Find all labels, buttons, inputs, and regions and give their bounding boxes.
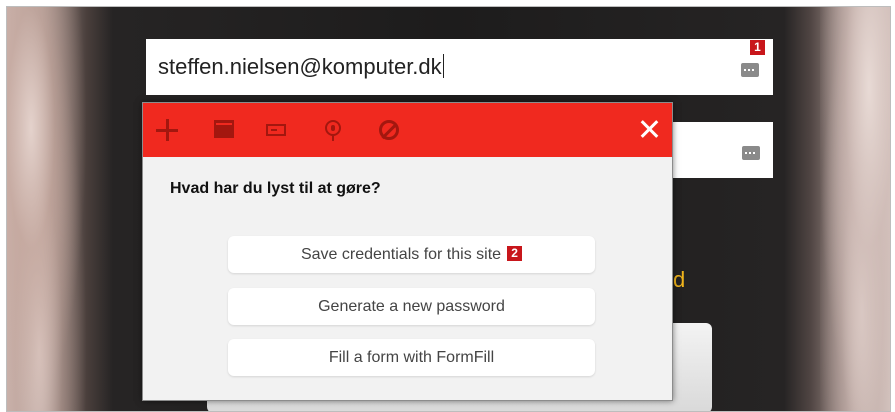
formfill-button[interactable]: Fill a form with FormFill — [228, 339, 595, 376]
browser-viewport: steffen.nielsen@komputer.dk 1 d Hvad har… — [6, 6, 891, 412]
text-caret — [442, 54, 444, 78]
password-manager-icon[interactable] — [741, 63, 759, 77]
email-field[interactable]: steffen.nielsen@komputer.dk — [146, 39, 773, 95]
password-field[interactable] — [667, 122, 773, 178]
block-icon[interactable] — [377, 118, 401, 142]
site-icon[interactable] — [213, 118, 237, 142]
plus-icon[interactable] — [155, 118, 179, 142]
step-badge-2: 2 — [507, 246, 523, 262]
background-right — [820, 7, 890, 411]
password-manager-icon[interactable] — [742, 146, 760, 160]
card-icon[interactable] — [265, 118, 289, 142]
save-credentials-button[interactable]: Save credentials for this site 2 — [228, 236, 595, 273]
forgot-password-link[interactable]: d — [673, 267, 685, 293]
generate-password-button[interactable]: Generate a new password — [228, 288, 595, 325]
background-left — [7, 7, 87, 411]
password-manager-popup: Hvad har du lyst til at gøre? Save crede… — [142, 102, 673, 401]
step-badge-1: 1 — [750, 40, 765, 55]
save-credentials-label: Save credentials for this site — [300, 246, 502, 263]
email-value: steffen.nielsen@komputer.dk — [158, 54, 444, 79]
close-icon[interactable] — [637, 117, 661, 141]
popup-toolbar — [143, 103, 672, 157]
popup-question: Hvad har du lyst til at gøre? — [170, 180, 381, 197]
pin-icon[interactable] — [323, 118, 347, 142]
